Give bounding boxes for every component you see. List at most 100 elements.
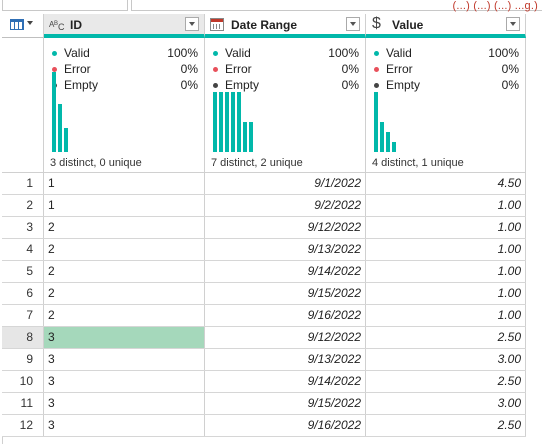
table-row[interactable]: 11 3 9/15/2022 3.00 [2,393,526,415]
distribution-bar [225,92,229,152]
formula-input[interactable]: (...) (...) (...) ...g.) [131,0,542,12]
filter-dropdown-button[interactable] [346,17,360,31]
calendar-icon[interactable] [210,18,224,31]
quality-label: Valid [64,46,90,60]
text-type-icon[interactable]: ABC [49,17,67,33]
table-row[interactable]: 4 2 9/13/2022 1.00 [2,239,526,261]
table-row[interactable]: 3 2 9/12/2022 1.00 [2,217,526,239]
table-row[interactable]: 6 2 9/15/2022 1.00 [2,283,526,305]
column-header-date-range[interactable]: Date Range [205,14,366,38]
quality-label: Empty [64,78,99,92]
distribution-bar [219,92,223,152]
cell-value[interactable]: 2.50 [366,327,526,348]
filter-dropdown-button[interactable] [185,17,199,31]
cell-date-range[interactable]: 9/14/2022 [205,261,366,282]
cell-date-range[interactable]: 9/14/2022 [205,371,366,392]
error-dot-icon [374,67,379,72]
cell-id[interactable]: 3 [44,327,205,348]
distribution-chart[interactable] [213,92,353,152]
distribution-bar [231,92,235,152]
table-row[interactable]: 8 3 9/12/2022 2.50 [2,327,526,349]
table-row[interactable]: 12 3 9/16/2022 2.50 [2,415,526,437]
cell-id[interactable]: 2 [44,217,205,238]
column-profile-value: Valid 100% Error 0% Empty 0% 4 distinct, 1 … [366,38,526,173]
row-number[interactable]: 7 [2,305,44,326]
table-row[interactable]: 1 1 9/1/2022 4.50 [2,173,526,195]
cell-date-range[interactable]: 9/16/2022 [205,415,366,436]
distribution-chart[interactable] [374,92,514,152]
cell-id[interactable]: 2 [44,261,205,282]
table-body: 1 1 9/1/2022 4.50 2 1 9/2/2022 1.00 3 2 9/12/2022 1… [2,173,526,437]
column-header-id[interactable]: ABC ID [44,14,205,38]
distribution-bar [237,92,241,152]
filter-dropdown-button[interactable] [506,17,520,31]
distribution-bar [392,142,396,152]
cell-date-range[interactable]: 9/13/2022 [205,349,366,370]
row-number[interactable]: 12 [2,415,44,436]
quality-error: Error 0% [50,62,198,77]
cell-date-range[interactable]: 9/12/2022 [205,327,366,348]
column-profile-date-range: Valid 100% Error 0% Empty 0% 7 distinct, 2 … [205,38,366,173]
row-number[interactable]: 9 [2,349,44,370]
cell-date-range[interactable]: 9/13/2022 [205,239,366,260]
quality-label: Valid [386,46,412,60]
distribution-bar [249,122,253,152]
cell-value[interactable]: 1.00 [366,239,526,260]
name-box[interactable] [2,0,128,11]
row-number[interactable]: 11 [2,393,44,414]
cell-id[interactable]: 2 [44,283,205,304]
cell-date-range[interactable]: 9/15/2022 [205,283,366,304]
distribution-chart[interactable] [52,72,192,152]
row-number[interactable]: 6 [2,283,44,304]
table-row[interactable]: 5 2 9/14/2022 1.00 [2,261,526,283]
quality-value: 0% [180,78,198,92]
cell-date-range[interactable]: 9/1/2022 [205,173,366,194]
cell-value[interactable]: 1.00 [366,261,526,282]
cell-id[interactable]: 3 [44,393,205,414]
empty-dot-icon [213,83,218,88]
column-header-value[interactable]: $ Value [366,14,526,38]
table-row[interactable]: 2 1 9/2/2022 1.00 [2,195,526,217]
cell-id[interactable]: 3 [44,349,205,370]
cell-value[interactable]: 1.00 [366,195,526,216]
cell-value[interactable]: 1.00 [366,217,526,238]
quality-error: Error 0% [372,62,519,77]
cell-value[interactable]: 1.00 [366,283,526,304]
quality-label: Empty [386,78,421,92]
row-number[interactable]: 10 [2,371,44,392]
row-number[interactable]: 1 [2,173,44,194]
row-number[interactable]: 4 [2,239,44,260]
quality-value: 0% [501,78,519,92]
table-menu-button[interactable] [2,14,44,38]
cell-value[interactable]: 4.50 [366,173,526,194]
distinct-count: 7 distinct, 2 unique [211,157,303,169]
cell-id[interactable]: 3 [44,415,205,436]
cell-date-range[interactable]: 9/15/2022 [205,393,366,414]
row-number[interactable]: 8 [2,327,44,348]
distribution-bar [58,104,62,152]
cell-id[interactable]: 2 [44,239,205,260]
cell-id[interactable]: 1 [44,173,205,194]
cell-value[interactable]: 3.00 [366,349,526,370]
cell-id[interactable]: 1 [44,195,205,216]
cell-id[interactable]: 3 [44,371,205,392]
row-number[interactable]: 2 [2,195,44,216]
cell-value[interactable]: 3.00 [366,393,526,414]
cell-date-range[interactable]: 9/12/2022 [205,217,366,238]
cell-value[interactable]: 1.00 [366,305,526,326]
cell-date-range[interactable]: 9/2/2022 [205,195,366,216]
cell-date-range[interactable]: 9/16/2022 [205,305,366,326]
quality-value: 0% [180,62,198,76]
svg-text:C: C [58,22,65,32]
cell-value[interactable]: 2.50 [366,371,526,392]
table-row[interactable]: 7 2 9/16/2022 1.00 [2,305,526,327]
row-number[interactable]: 5 [2,261,44,282]
currency-type-icon[interactable]: $ [372,15,381,32]
table-row[interactable]: 10 3 9/14/2022 2.50 [2,371,526,393]
profile-corner [2,38,44,173]
row-number[interactable]: 3 [2,217,44,238]
cell-id[interactable]: 2 [44,305,205,326]
cell-value[interactable]: 2.50 [366,415,526,436]
empty-dot-icon [374,83,379,88]
table-row[interactable]: 9 3 9/13/2022 3.00 [2,349,526,371]
